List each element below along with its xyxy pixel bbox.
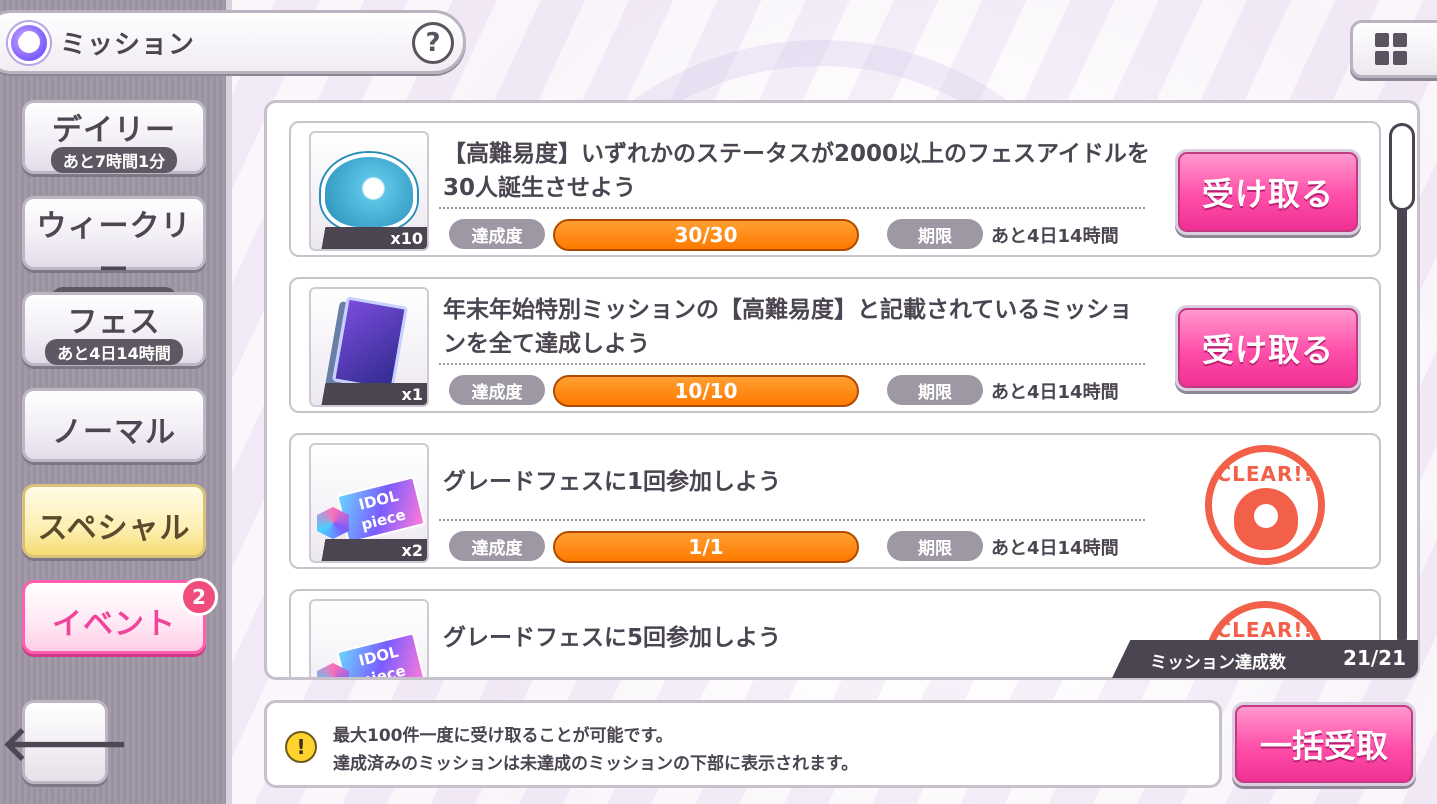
mission-count-bar: ミッション達成数 21/21 [1112,640,1418,678]
tab-label: フェス [67,305,161,340]
info-text: 最大100件一度に受け取ることが可能です。 [333,726,673,746]
deadline-value: あと4日14時間 [991,538,1119,559]
mission-card: x1 年末年始特別ミッションの【高難易度】と記載されているミッションを全て達成し… [289,277,1381,413]
progress-bar: 30/30 [553,219,859,251]
tab-special[interactable]: スペシャル [22,484,206,558]
claim-button[interactable]: 受け取る [1175,149,1361,235]
scrollbar-thumb[interactable] [1389,123,1415,211]
progress-label: 達成度 [449,375,545,405]
tab-timer: あと7時間1分 [50,147,178,173]
mission-description: グレードフェスに1回参加しよう [443,469,782,495]
claim-button[interactable]: 受け取る [1175,305,1361,391]
progress-label: 達成度 [449,219,545,249]
swan-emblem-icon [321,153,417,231]
reward-thumbnail: x1 [309,287,429,407]
progress-bar: 10/10 [553,375,859,407]
mission-count-label: ミッション達成数 [1150,653,1286,673]
idol-piece-icon: IDOL piece [336,632,426,677]
mission-description: グレードフェスに5回参加しよう [443,625,782,651]
tab-daily[interactable]: デイリー あと7時間1分 [22,100,206,174]
grid-icon [1375,33,1389,47]
page-title: ミッション [60,30,196,60]
tab-weekly[interactable]: ウィークリー あと2日7時間 [22,196,206,313]
grid-icon [1393,51,1407,65]
mission-card: IDOL piece x2 グレードフェスに1回参加しよう 達成度 1/1 期限… [289,433,1381,569]
deadline-value: あと4日14時間 [991,226,1119,247]
tab-label: イベント [52,607,176,642]
mission-list[interactable]: x10 【高難易度】いずれかのステータスが2000以上のフェスアイドルを30人誕… [264,100,1420,680]
reward-thumbnail: IDOL piece [309,599,429,677]
grid-icon [1393,33,1407,47]
reward-thumbnail: IDOL piece x2 [309,443,429,563]
clear-stamp: CLEAR!! [1205,445,1325,565]
help-button[interactable]: ? [412,22,454,64]
grid-icon [1375,51,1389,65]
tab-event[interactable]: イベント [22,580,206,654]
info-box: ! 最大100件一度に受け取ることが可能です。 達成済みのミッションは未達成のミ… [264,700,1222,788]
deadline-label: 期限 [887,531,983,561]
menu-grid-button[interactable] [1350,20,1437,78]
tab-fes[interactable]: フェス あと4日14時間 [22,292,206,366]
swan-emblem-icon [1234,488,1298,550]
mission-description: 年末年始特別ミッションの【高難易度】と記載されているミッションを全て達成しよう [443,297,1133,357]
reward-thumbnail: x10 [309,131,429,251]
tab-timer: あと4日14時間 [45,339,183,365]
mission-count-value: 21/21 [1343,646,1406,670]
divider [439,519,1145,521]
bulk-claim-button[interactable]: 一括受取 [1232,702,1416,786]
deadline-value: あと4日14時間 [991,382,1119,403]
idol-piece-icon: IDOL piece [336,476,426,544]
back-arrow-icon: 🡐 [0,715,130,772]
progress-label: 達成度 [449,531,545,561]
info-text: 達成済みのミッションは未達成のミッションの下部に表示されます。 [333,754,859,774]
deadline-label: 期限 [887,219,983,249]
mission-card: x10 【高難易度】いずれかのステータスが2000以上のフェスアイドルを30人誕… [289,121,1381,257]
back-button[interactable]: 🡐 [1,700,129,784]
mission-logo-icon [8,22,50,64]
warning-icon: ! [285,731,317,763]
tab-label: ノーマル [52,415,176,450]
clear-stamp-text: CLEAR!! [1216,462,1314,486]
divider [439,207,1145,209]
clear-stamp-text: CLEAR!! [1216,618,1314,642]
progress-bar: 1/1 [553,531,859,563]
tab-label: スペシャル [37,511,191,546]
tab-label: ウィークリー [36,209,192,288]
progress-value: 30/30 [674,223,738,247]
progress-value: 10/10 [674,379,738,403]
tab-label: デイリー [52,113,176,148]
divider [439,363,1145,365]
tab-normal[interactable]: ノーマル [22,388,206,462]
progress-value: 1/1 [688,535,724,559]
reward-count: x1 [401,385,423,404]
mission-description: 【高難易度】いずれかのステータスが2000以上のフェスアイドルを30人誕生させよ… [443,141,1150,201]
notification-badge: 2 [180,578,218,616]
reward-count: x2 [401,541,423,560]
book-icon [332,296,408,392]
deadline-label: 期限 [887,375,983,405]
reward-count: x10 [390,229,423,248]
